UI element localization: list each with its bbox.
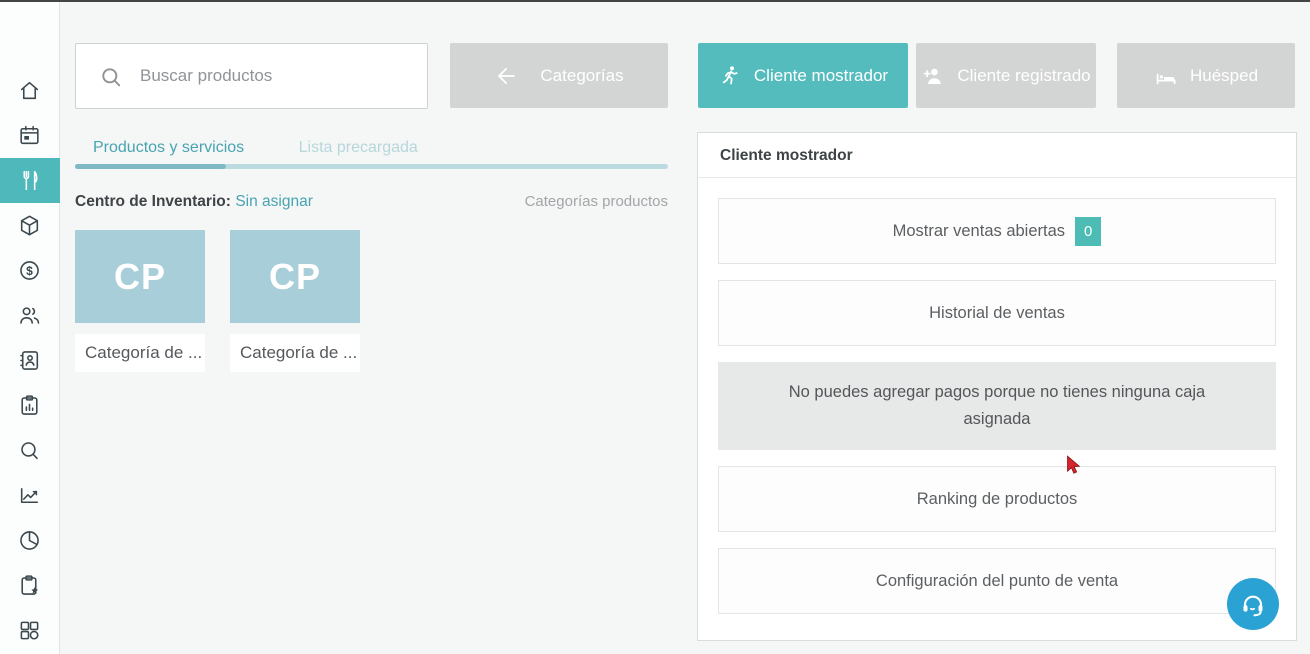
sidebar-item-analytics[interactable] xyxy=(0,518,59,563)
sidebar-item-clients[interactable] xyxy=(0,293,59,338)
product-search-box xyxy=(75,43,428,109)
agregar-pagos-disabled-label: No puedes agregar pagos porque no tienes… xyxy=(775,379,1219,433)
categories-button-label: Categorías xyxy=(540,66,623,86)
historial-de-ventas-button[interactable]: Historial de ventas xyxy=(718,280,1276,346)
bed-icon xyxy=(1154,64,1178,88)
clipboard-star-icon xyxy=(17,573,42,598)
sidebar-item-search[interactable] xyxy=(0,428,59,473)
svg-text:$: $ xyxy=(26,264,33,278)
configuracion-punto-de-venta-button[interactable]: Configuración del punto de venta xyxy=(718,548,1276,614)
apps-grid-icon xyxy=(17,618,42,643)
window-top-edge xyxy=(0,0,1310,2)
home-icon xyxy=(17,78,42,103)
running-person-icon xyxy=(718,64,742,88)
tab-underline-track xyxy=(75,164,668,169)
category-tile-initials: CP xyxy=(75,230,205,323)
pos-screen: $ xyxy=(0,0,1310,654)
sidebar-item-orders[interactable] xyxy=(0,563,59,608)
category-grid: CP Categoría de ... CP Categoría de ... xyxy=(75,230,360,372)
tab-productos-y-servicios[interactable]: Productos y servicios xyxy=(93,139,244,157)
panel-title: Cliente mostrador xyxy=(698,133,1296,178)
clipboard-chart-icon xyxy=(17,393,42,418)
sidebar-item-inventory[interactable] xyxy=(0,203,59,248)
category-tile-label: Categoría de ... xyxy=(230,334,360,372)
headset-icon xyxy=(1238,589,1268,619)
pie-chart-icon xyxy=(17,528,42,553)
huesped-label: Huésped xyxy=(1190,66,1258,86)
tab-cliente-mostrador[interactable]: Cliente mostrador xyxy=(698,43,908,108)
calendar-icon xyxy=(17,123,42,148)
cliente-mostrador-label: Cliente mostrador xyxy=(754,66,888,86)
search-input[interactable] xyxy=(140,44,420,108)
cliente-registrado-label: Cliente registrado xyxy=(957,66,1090,86)
tab-lista-precargada[interactable]: Lista precargada xyxy=(299,139,418,157)
package-icon xyxy=(17,213,42,238)
users-icon xyxy=(17,303,42,328)
categories-caption: Categorías productos xyxy=(525,193,668,210)
inventory-center-label: Centro de Inventario: xyxy=(75,193,231,210)
mostrar-ventas-abiertas-button[interactable]: Mostrar ventas abiertas 0 xyxy=(718,198,1276,264)
inventory-row: Centro de Inventario: Sin asignar Catego… xyxy=(75,193,668,211)
sidebar-item-reports[interactable] xyxy=(0,383,59,428)
sidebar: $ xyxy=(0,2,60,654)
ranking-de-productos-label: Ranking de productos xyxy=(917,490,1078,509)
search-icon xyxy=(98,64,125,91)
inventory-center-link[interactable]: Sin asignar xyxy=(235,193,313,210)
sidebar-item-home[interactable] xyxy=(0,68,59,113)
person-plus-icon xyxy=(921,64,945,88)
search-icon xyxy=(17,438,42,463)
sidebar-item-statistics[interactable] xyxy=(0,473,59,518)
category-tile-initials: CP xyxy=(230,230,360,323)
configuracion-punto-de-venta-label: Configuración del punto de venta xyxy=(876,572,1118,591)
line-chart-icon xyxy=(17,483,42,508)
mostrar-ventas-abiertas-label: Mostrar ventas abiertas xyxy=(893,222,1065,241)
category-tile[interactable]: CP Categoría de ... xyxy=(75,230,205,372)
catalog-tabs: Productos y servicios Lista precargada xyxy=(75,139,668,157)
category-tile[interactable]: CP Categoría de ... xyxy=(230,230,360,372)
restaurant-icon xyxy=(18,168,43,193)
sidebar-item-calendar[interactable] xyxy=(0,113,59,158)
tab-huesped[interactable]: Huésped xyxy=(1117,43,1295,108)
money-icon: $ xyxy=(17,258,42,283)
sidebar-item-apps[interactable] xyxy=(0,608,59,653)
contacts-icon xyxy=(17,348,42,373)
agregar-pagos-disabled-button: No puedes agregar pagos porque no tienes… xyxy=(718,362,1276,450)
tab-underline-active xyxy=(75,164,226,169)
open-sales-count-badge: 0 xyxy=(1075,217,1101,246)
sidebar-item-contacts[interactable] xyxy=(0,338,59,383)
category-tile-label: Categoría de ... xyxy=(75,334,205,372)
categories-back-button[interactable]: Categorías xyxy=(450,43,668,108)
tab-cliente-registrado[interactable]: Cliente registrado xyxy=(916,43,1096,108)
sidebar-item-payments[interactable]: $ xyxy=(0,248,59,293)
historial-de-ventas-label: Historial de ventas xyxy=(929,304,1065,323)
back-arrow-icon xyxy=(494,64,518,88)
ranking-de-productos-button[interactable]: Ranking de productos xyxy=(718,466,1276,532)
help-chat-button[interactable] xyxy=(1227,578,1279,630)
cliente-mostrador-panel: Cliente mostrador Mostrar ventas abierta… xyxy=(697,132,1297,641)
panel-body: Mostrar ventas abiertas 0 Historial de v… xyxy=(698,178,1296,614)
sidebar-item-restaurant[interactable] xyxy=(0,158,60,203)
